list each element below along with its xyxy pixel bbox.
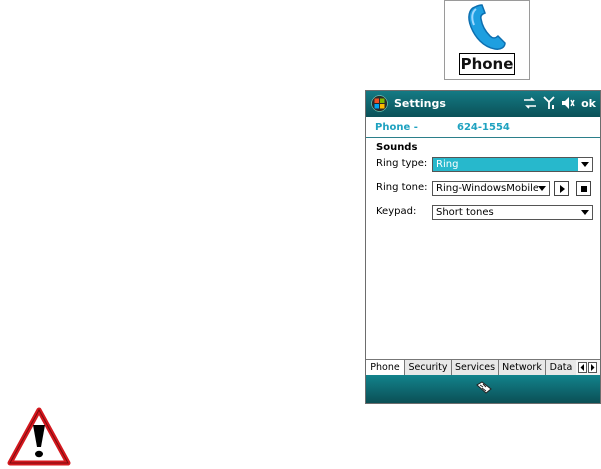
- chevron-down-icon: [581, 210, 589, 215]
- tab-scroll-left-button[interactable]: [578, 362, 587, 373]
- app-icon-label: Phone: [459, 53, 515, 75]
- play-button[interactable]: [554, 181, 569, 196]
- keypad-label: Keypad:: [376, 206, 417, 217]
- tab-security[interactable]: Security: [405, 360, 452, 375]
- ring-type-label: Ring type:: [376, 158, 428, 169]
- phone-handset-icon: [468, 4, 506, 50]
- window-title: Settings: [394, 97, 446, 110]
- chevron-down-icon: [538, 186, 546, 191]
- tab-scroll-right-button[interactable]: [588, 362, 597, 373]
- speaker-muted-icon[interactable]: [561, 96, 575, 110]
- phone-header-title: Phone -: [375, 122, 418, 133]
- sounds-heading: Sounds: [376, 142, 418, 153]
- ring-type-value: Ring: [436, 159, 459, 170]
- tab-bar: Phone Security Services Network Data: [366, 359, 600, 376]
- phone-app-icon[interactable]: Phone: [444, 0, 530, 80]
- ring-tone-label: Ring tone:: [376, 182, 428, 193]
- signal-antenna-icon[interactable]: [543, 96, 555, 110]
- windows-start-icon[interactable]: [371, 95, 388, 112]
- connectivity-icon[interactable]: [523, 96, 537, 110]
- keyboard-icon[interactable]: [474, 381, 494, 397]
- title-bar: Settings ok: [366, 91, 600, 117]
- caution-icon: [7, 407, 71, 466]
- chevron-left-icon: [580, 364, 584, 371]
- play-icon: [560, 185, 565, 193]
- chevron-right-icon: [591, 364, 595, 371]
- phone-header: Phone - 624-1554: [366, 117, 600, 138]
- bottom-bar: [366, 375, 600, 403]
- stop-icon: [581, 186, 587, 192]
- ring-type-select[interactable]: Ring: [432, 157, 593, 172]
- phone-number: 624-1554: [457, 122, 510, 133]
- device-screen: Settings ok Phone - 624-1554 Sounds Ring…: [365, 90, 601, 404]
- chevron-down-icon: [581, 162, 589, 167]
- tab-services[interactable]: Services: [452, 360, 499, 375]
- ring-tone-select[interactable]: Ring-WindowsMobile: [432, 181, 550, 196]
- tab-network[interactable]: Network: [499, 360, 546, 375]
- keypad-value: Short tones: [436, 207, 494, 218]
- tab-data[interactable]: Data: [546, 360, 576, 375]
- keypad-select[interactable]: Short tones: [432, 205, 593, 220]
- ok-button[interactable]: ok: [581, 97, 596, 110]
- stop-button[interactable]: [576, 181, 591, 196]
- ring-tone-value: Ring-WindowsMobile: [436, 183, 538, 194]
- tab-phone[interactable]: Phone: [366, 360, 405, 375]
